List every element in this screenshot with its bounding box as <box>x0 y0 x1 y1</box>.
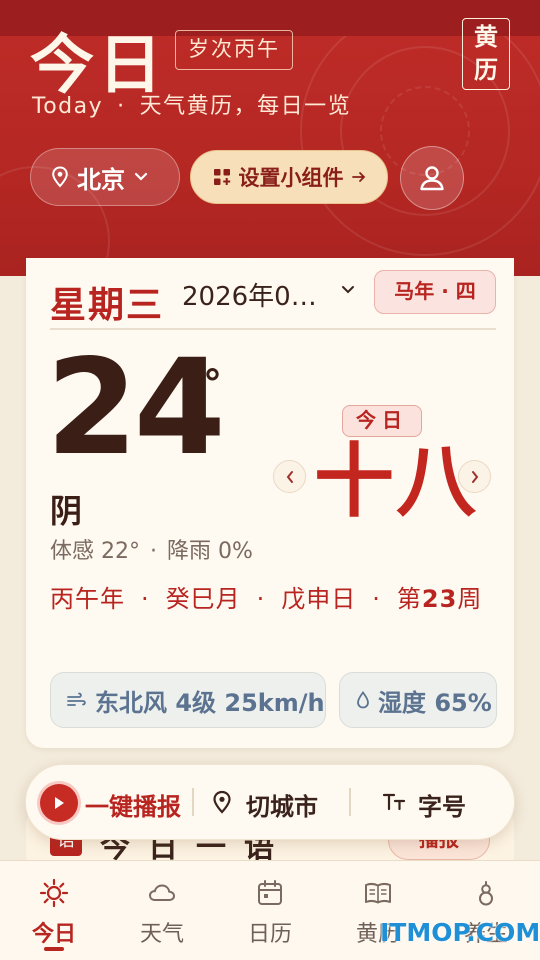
weekday: 星期三 <box>50 285 165 326</box>
tab-weather[interactable]: 天气 <box>108 876 216 948</box>
next-day-button[interactable] <box>458 460 491 493</box>
separator-dot: · <box>117 94 126 119</box>
week-suffix: 周 <box>457 585 483 613</box>
watermark: ITMOP.COM <box>380 918 540 947</box>
humidity-chip: 湿度 65% <box>339 672 497 728</box>
separator-dot: · <box>141 585 150 613</box>
play-icon <box>55 797 64 809</box>
wind-icon <box>67 692 86 706</box>
ganzhi-row: 丙午年 · 癸巳月 · 戊申日 · 第23周 <box>50 580 496 618</box>
prev-day-button[interactable] <box>273 460 306 493</box>
humidity-text: 湿度 65% <box>378 688 492 717</box>
week-number: 23 <box>421 585 458 613</box>
user-icon <box>420 166 444 191</box>
tab-label: 今日 <box>31 922 76 947</box>
ganzhi-year: 丙午年 <box>50 585 125 613</box>
feels-like: 体感 22° <box>50 539 140 564</box>
tab-label: 天气 <box>139 922 184 947</box>
arrow-right-icon <box>351 172 365 182</box>
calendar-icon <box>258 880 282 905</box>
tab-today[interactable]: 今日 <box>0 876 108 948</box>
subtitle-en: Today <box>32 94 104 119</box>
stamp-char: 黄 <box>474 23 498 51</box>
widget-grid-icon <box>213 169 230 185</box>
switch-city-button[interactable]: 切城市 <box>246 787 318 822</box>
location-pin-icon <box>52 166 68 188</box>
active-tab-indicator <box>44 947 64 951</box>
wind-chip: 东北风 4级 25km/h <box>50 672 326 728</box>
feels-like-row: 体感 22° · 降雨 0% <box>50 533 253 565</box>
separator-dot: · <box>256 585 266 613</box>
chevron-down-icon <box>134 172 148 181</box>
separator-dot: · <box>372 585 381 613</box>
year-badge: 岁次丙午 <box>175 30 293 70</box>
chevron-left-icon <box>286 470 293 483</box>
cloud-icon <box>148 884 176 901</box>
city-name: 北京 <box>77 165 125 194</box>
setup-widget-button[interactable]: 设置小组件 <box>190 150 388 204</box>
weather-condition: 阴 <box>50 492 83 530</box>
setup-widget-label: 设置小组件 <box>238 166 344 190</box>
week-prefix: 第 <box>396 585 422 613</box>
tab-calendar[interactable]: 日历 <box>216 876 324 948</box>
broadcast-play-button[interactable] <box>40 784 78 822</box>
ganzhi-month: 癸巳月 <box>165 585 241 613</box>
chevron-right-icon <box>471 470 478 483</box>
degree-symbol: ° <box>203 362 222 406</box>
broadcast-button[interactable]: 一键播报 <box>85 787 181 822</box>
gourd-icon <box>479 881 493 906</box>
subtitle-cn: 天气黄历，每日一览 <box>139 94 352 119</box>
divider <box>50 328 496 330</box>
divider <box>192 788 194 816</box>
profile-button[interactable] <box>400 146 464 210</box>
separator-dot: · <box>150 539 157 564</box>
divider <box>349 788 351 816</box>
temperature: 24 <box>46 331 226 485</box>
stamp-char: 历 <box>474 56 498 84</box>
wind-text: 东北风 4级 25km/h <box>95 688 325 717</box>
tab-label: 日历 <box>247 922 292 947</box>
sun-icon <box>39 878 69 908</box>
today-tag: 今日 <box>342 405 422 437</box>
date-selector[interactable]: 2026年06月... <box>182 276 332 313</box>
book-icon <box>365 882 391 904</box>
font-size-icon <box>382 793 406 811</box>
location-pin-icon <box>213 790 231 814</box>
zodiac-badge: 马年 · 四 <box>374 270 496 314</box>
subtitle: Today · 天气黄历，每日一览 <box>32 88 351 120</box>
rain-chance: 降雨 0% <box>167 539 253 564</box>
almanac-stamp: 黄 历 <box>462 18 510 90</box>
font-size-button[interactable]: 字号 <box>418 787 466 822</box>
ganzhi-day: 戊申日 <box>281 585 357 613</box>
city-selector[interactable]: 北京 <box>30 148 180 206</box>
droplet-icon <box>357 691 369 709</box>
lunar-day: 十八 <box>314 435 478 528</box>
chevron-down-icon[interactable] <box>340 284 356 296</box>
